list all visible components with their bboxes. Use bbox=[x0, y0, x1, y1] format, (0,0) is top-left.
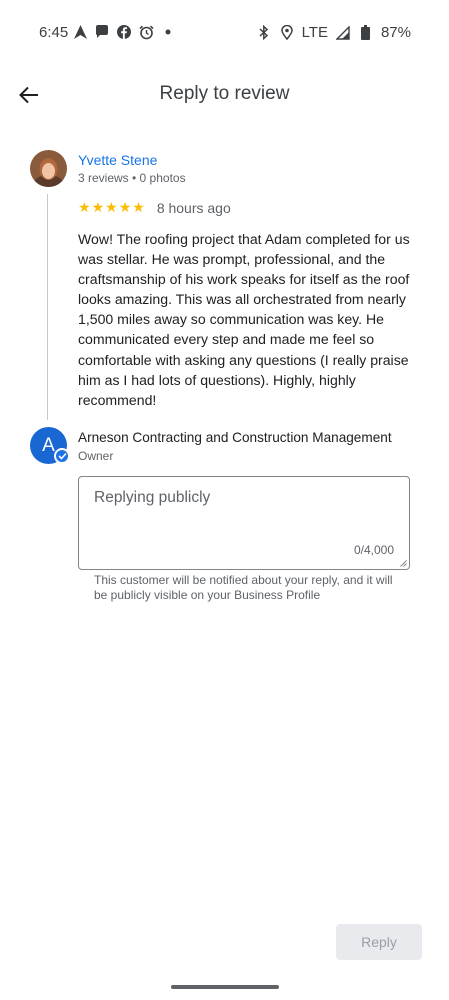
reviewer-meta: 3 reviews • 0 photos bbox=[78, 171, 186, 185]
rating-row: ★ ★ ★ ★ ★ 8 hours ago bbox=[78, 200, 231, 216]
star-icon: ★ bbox=[78, 200, 91, 216]
page-title: Reply to review bbox=[159, 83, 290, 104]
alarm-icon bbox=[138, 24, 154, 40]
owner-role: Owner bbox=[78, 449, 114, 463]
thread-line bbox=[47, 194, 48, 420]
dot-icon bbox=[160, 24, 176, 40]
status-time: 6:45 bbox=[39, 24, 69, 41]
review-text: Wow! The roofing project that Adam compl… bbox=[78, 231, 410, 408]
location-icon bbox=[279, 25, 295, 41]
star-icon: ★ bbox=[132, 200, 145, 216]
battery-percent: 87% bbox=[380, 24, 411, 41]
star-icon: ★ bbox=[105, 200, 118, 216]
status-right-icons: LTE 87% bbox=[256, 24, 411, 41]
char-counter: 0/4,000 bbox=[353, 543, 394, 557]
home-indicator[interactable] bbox=[171, 985, 279, 989]
network-type: LTE bbox=[301, 24, 328, 41]
signal-icon bbox=[335, 25, 351, 41]
resize-grip-icon[interactable] bbox=[400, 560, 407, 567]
bluetooth-icon bbox=[256, 25, 272, 41]
app-bar: Reply to review bbox=[0, 66, 449, 124]
battery-icon bbox=[358, 25, 374, 41]
verified-check-icon bbox=[54, 448, 70, 464]
reply-button[interactable]: Reply bbox=[336, 924, 422, 960]
owner-name: Arneson Contracting and Construction Man… bbox=[78, 430, 392, 445]
chat-bubble-icon bbox=[94, 24, 110, 40]
status-left-icons bbox=[72, 24, 176, 40]
review-time: 8 hours ago bbox=[156, 200, 231, 216]
star-icon: ★ bbox=[91, 200, 105, 216]
star-icon: ★ bbox=[118, 200, 132, 216]
owner-avatar-letter: A bbox=[42, 434, 55, 456]
helper-text: This customer will be notified about you… bbox=[94, 573, 393, 602]
star-rating: ★ ★ ★ ★ ★ bbox=[78, 200, 145, 216]
facebook-icon bbox=[116, 24, 132, 40]
reply-input[interactable] bbox=[94, 489, 394, 541]
reviewer-avatar[interactable] bbox=[30, 150, 67, 187]
reply-field[interactable]: 0/4,000 bbox=[78, 476, 410, 570]
reviewer-name[interactable]: Yvette Stene bbox=[78, 152, 157, 168]
navigation-icon bbox=[72, 24, 88, 40]
status-bar: 6:45 LTE 87% bbox=[0, 0, 449, 66]
